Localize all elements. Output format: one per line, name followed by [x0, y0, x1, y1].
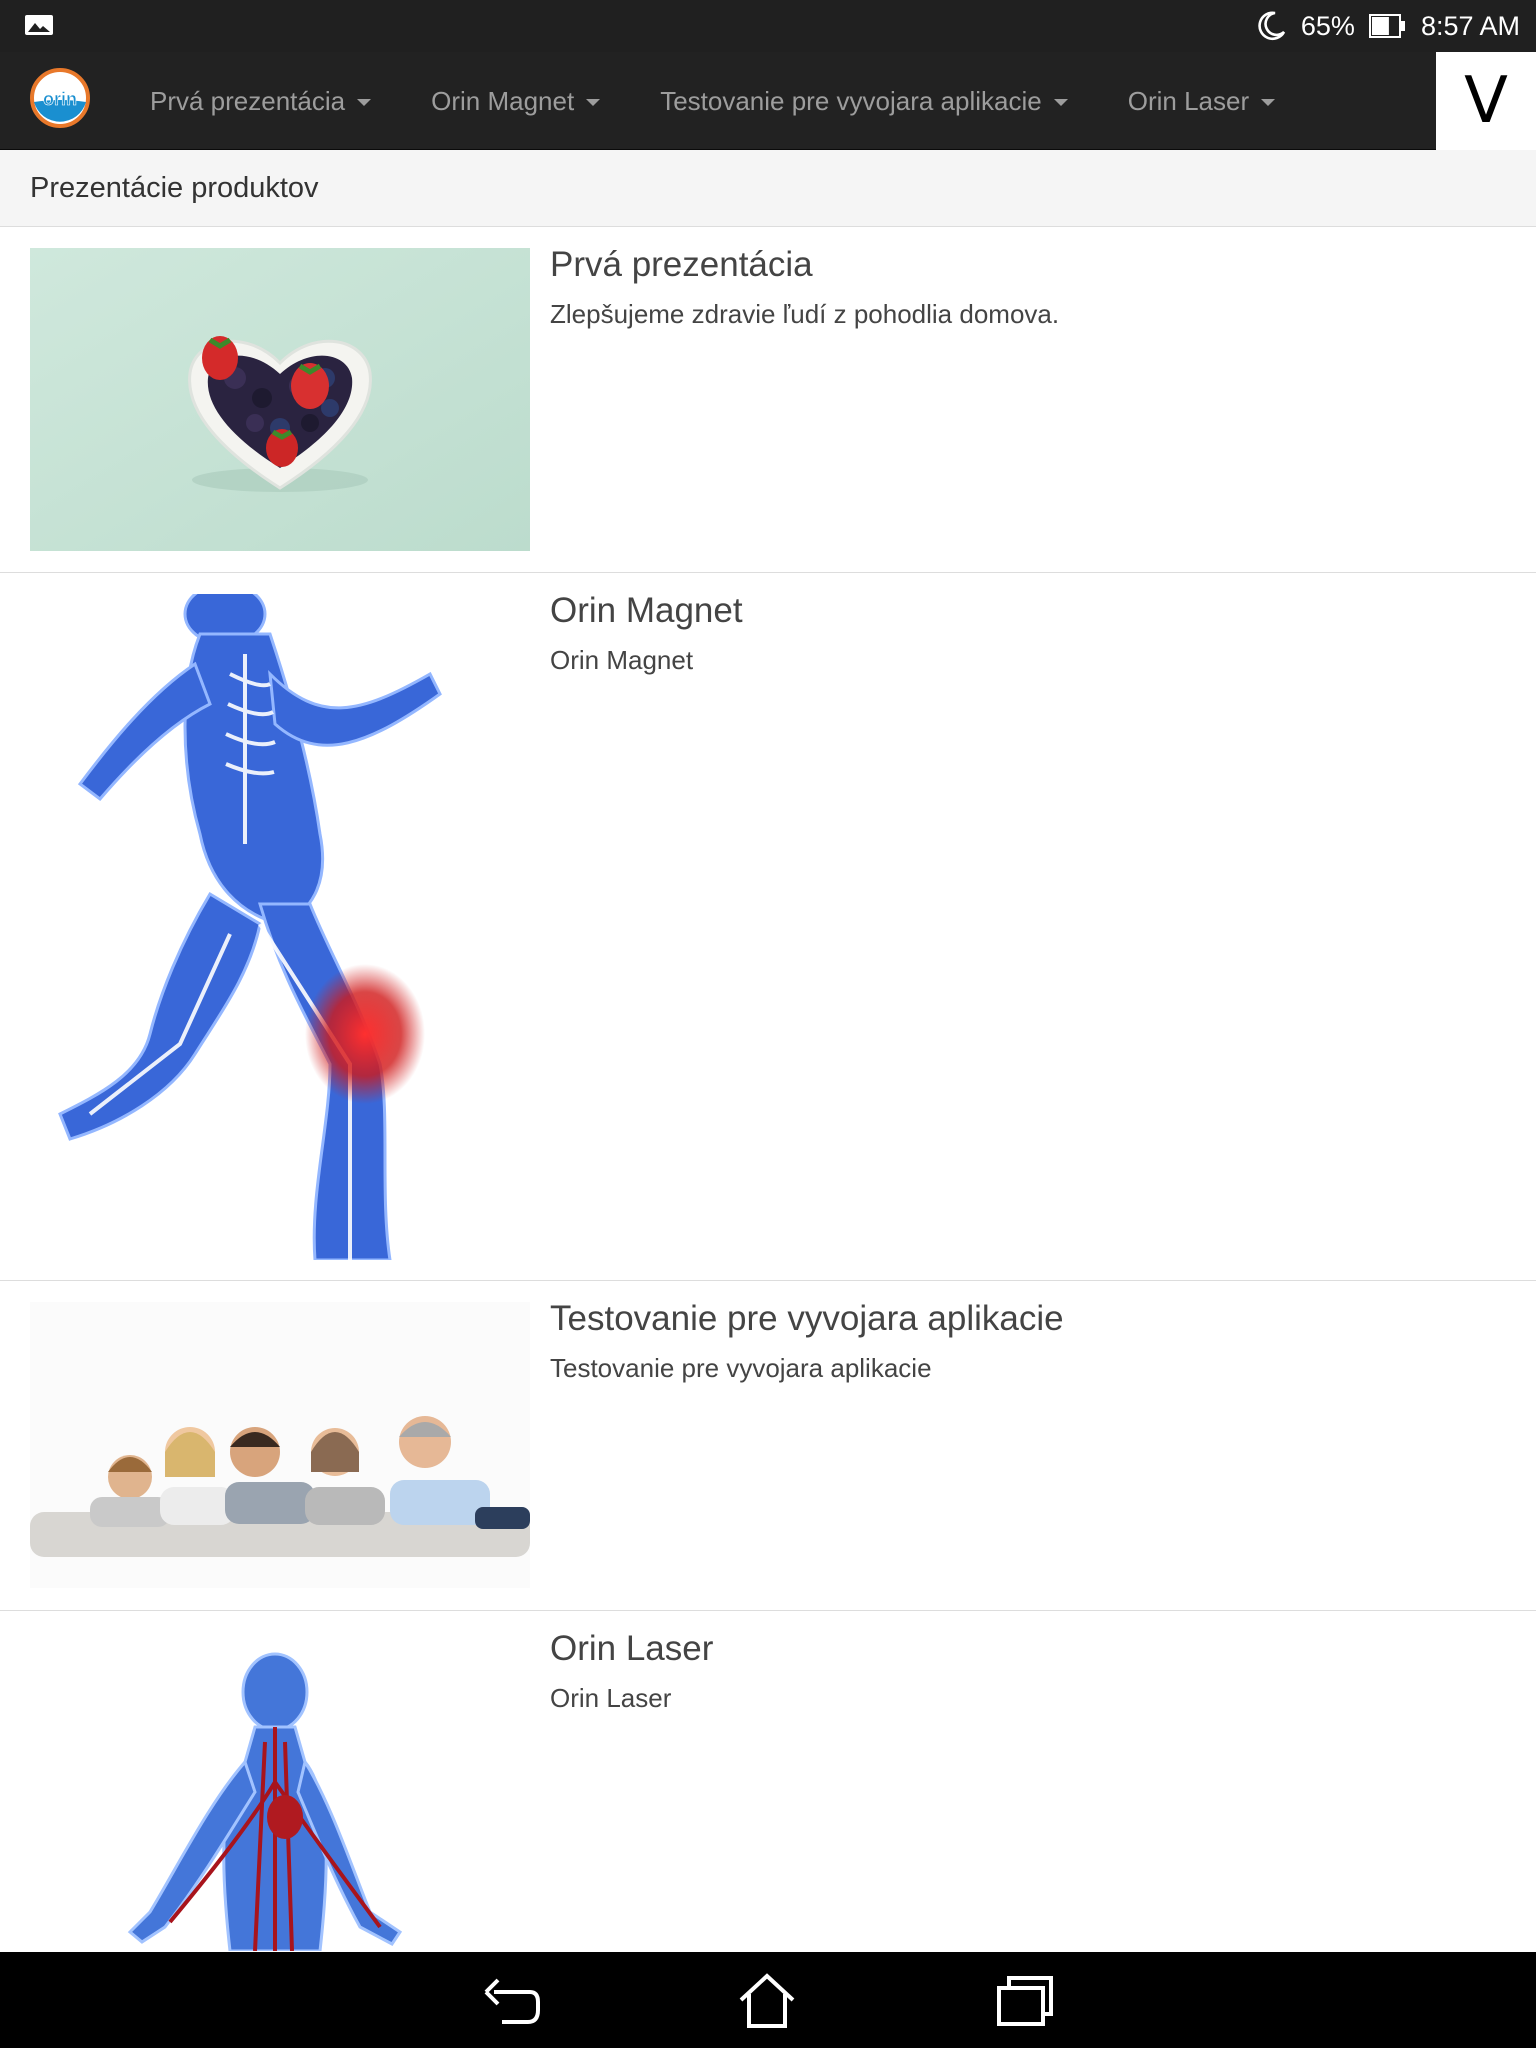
product-image-running-xray[interactable] — [30, 594, 530, 1260]
image-icon — [25, 15, 53, 35]
nav-menu: Prvá prezentácia Orin Magnet Testovanie … — [120, 52, 1305, 150]
battery-icon — [1368, 14, 1405, 38]
user-initial: V — [1464, 64, 1508, 138]
nav-item-label: Orin Magnet — [431, 85, 575, 116]
product-description: Orin Laser — [550, 1683, 672, 1713]
svg-text:orin: orin — [43, 89, 77, 109]
product-description: Zlepšujeme zdravie ľudí z pohodlia domov… — [550, 299, 1060, 329]
orin-logo[interactable]: orin — [30, 68, 90, 128]
nav-item-prva-prezentacia[interactable]: Prvá prezentácia — [120, 52, 401, 150]
product-image-circulatory-body[interactable] — [30, 1632, 530, 1951]
caret-down-icon — [586, 98, 601, 106]
user-avatar-button[interactable]: V — [1436, 52, 1536, 150]
list-item[interactable]: Orin Laser Orin Laser — [0, 1611, 1536, 1951]
nav-item-label: Prvá prezentácia — [150, 85, 346, 116]
product-image-family[interactable] — [30, 1302, 530, 1588]
nav-item-orin-laser[interactable]: Orin Laser — [1098, 52, 1305, 150]
status-bar: 65% 8:57 AM — [0, 0, 1536, 52]
nav-item-label: Orin Laser — [1127, 85, 1250, 116]
product-description: Orin Magnet — [550, 645, 694, 675]
product-list: Prvá prezentácia Zlepšujeme zdravie ľudí… — [0, 227, 1536, 1951]
list-item[interactable]: Orin Magnet Orin Magnet — [0, 573, 1536, 1281]
product-title[interactable]: Prvá prezentácia — [550, 245, 813, 285]
caret-down-icon — [357, 98, 372, 106]
list-item[interactable]: Prvá prezentácia Zlepšujeme zdravie ľudí… — [0, 227, 1536, 573]
top-navbar: orin Prvá prezentácia Orin Magnet Testov… — [0, 52, 1536, 150]
product-title[interactable]: Testovanie pre vyvojara aplikacie — [550, 1299, 1064, 1339]
product-title[interactable]: Orin Laser — [550, 1629, 713, 1669]
home-icon[interactable] — [737, 1972, 797, 2028]
product-image-heart-berries[interactable] — [30, 248, 530, 551]
nav-item-testovanie[interactable]: Testovanie pre vyvojara aplikacie — [630, 52, 1098, 150]
moon-icon — [1258, 11, 1286, 41]
nav-item-orin-magnet[interactable]: Orin Magnet — [401, 52, 630, 150]
breadcrumb: Prezentácie produktov — [0, 150, 1536, 227]
product-title[interactable]: Orin Magnet — [550, 591, 743, 631]
clock: 8:57 AM — [1420, 10, 1520, 41]
list-item[interactable]: Testovanie pre vyvojara aplikacie Testov… — [0, 1281, 1536, 1611]
page-title: Prezentácie produktov — [30, 172, 319, 204]
caret-down-icon — [1261, 98, 1276, 106]
product-description: Testovanie pre vyvojara aplikacie — [550, 1353, 932, 1383]
system-nav-bar — [0, 1952, 1536, 2048]
battery-percent: 65% — [1300, 10, 1355, 41]
caret-down-icon — [1053, 98, 1068, 106]
nav-item-label: Testovanie pre vyvojara aplikacie — [660, 85, 1042, 116]
back-icon[interactable] — [482, 1972, 542, 2028]
recents-icon[interactable] — [995, 1972, 1055, 2028]
